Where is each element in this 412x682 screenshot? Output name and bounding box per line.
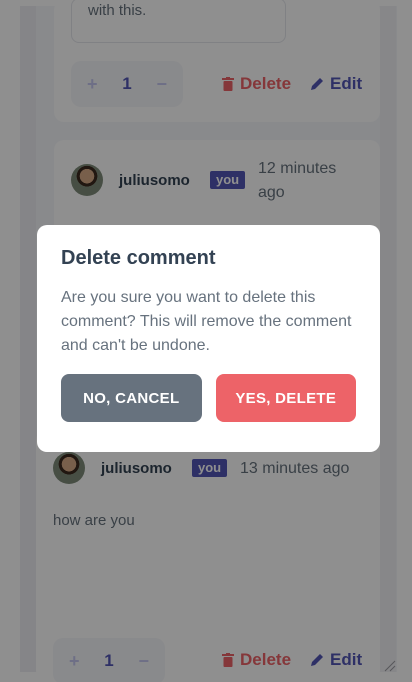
delete-comment-dialog: Delete comment Are you sure you want to … bbox=[37, 225, 380, 452]
confirm-delete-button[interactable]: YES, DELETE bbox=[215, 374, 356, 422]
page: with this. + 1 − Delete Edit juliusomo y… bbox=[0, 0, 412, 682]
dialog-title: Delete comment bbox=[61, 247, 216, 269]
dialog-message: Are you sure you want to delete this com… bbox=[61, 289, 352, 354]
cancel-button[interactable]: NO, CANCEL bbox=[61, 374, 202, 422]
dialog-actions: NO, CANCEL YES, DELETE bbox=[61, 374, 356, 422]
